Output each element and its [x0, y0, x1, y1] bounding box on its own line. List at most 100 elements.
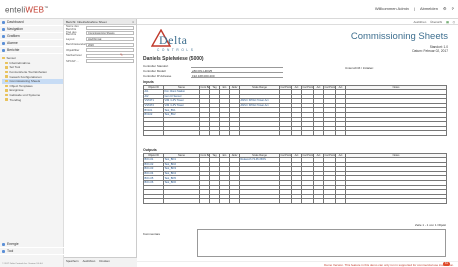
column-header: Cal Point Meas — [301, 153, 314, 158]
table-cell — [291, 130, 302, 136]
tool-icon — [2, 249, 5, 253]
nav-item[interactable]: Berichte — [0, 47, 63, 54]
nav-item[interactable]: Tool — [0, 248, 64, 255]
field-input[interactable] — [86, 48, 134, 53]
table-cell — [279, 198, 292, 204]
table-cell — [199, 198, 210, 204]
help-icon[interactable]: ? — [452, 6, 454, 11]
table-cell — [323, 198, 336, 204]
field-input[interactable] — [86, 59, 134, 64]
table-cell — [209, 198, 220, 204]
column-header: Cont Bereit — [199, 153, 210, 158]
table-cell — [313, 130, 324, 136]
report-fields: Name des Berichts Titel des Berichts Commi… — [64, 25, 136, 64]
form-row: SPCAP ... — [64, 59, 136, 65]
sheet-meta: Standort: 1.0 Datum: Februar 02, 2017 — [412, 45, 448, 54]
table-cell — [219, 130, 230, 136]
nav-item[interactable]: Grafiken — [0, 33, 63, 40]
logout-link[interactable]: Abmelden — [420, 6, 438, 11]
footer-button[interactable]: Drucken — [99, 259, 109, 266]
nav-item[interactable]: Alarme — [0, 40, 63, 47]
table-cell — [229, 198, 240, 204]
version-text: © 2017 Delta Controls Inc. Version 3.0.0… — [2, 263, 43, 265]
table-cell — [291, 198, 302, 204]
comments-box[interactable] — [197, 229, 446, 257]
table-cell — [313, 198, 324, 204]
table-cell — [301, 130, 314, 136]
table-cell — [335, 130, 346, 136]
table-cell — [199, 130, 210, 136]
tree-item-label: Sensor — [6, 56, 17, 61]
table-cell — [345, 130, 447, 136]
dashboard-icon — [2, 20, 5, 24]
field-label: Layout — [66, 36, 75, 41]
report-content: Ausführen Übersicht ▦ ⎙ Delta CONTROLS C… — [137, 19, 458, 267]
field-input[interactable]: Hochformat — [86, 36, 134, 41]
nav-item-label: Alarme — [7, 41, 18, 45]
edit-icon[interactable]: ✎ — [120, 53, 123, 57]
tree-item-label: Konzentrierte Tool Einheiten — [9, 70, 47, 75]
folder-icon — [5, 93, 8, 97]
outputs-table: Objekt IDNameCont BereitTagEinAktivScale… — [143, 153, 447, 204]
field-label: Stellvertreter — [66, 53, 82, 58]
footer-button[interactable]: Speichern — [66, 259, 79, 266]
comments-label: Kommentare — [143, 232, 161, 236]
tree-item[interactable]: Trendlog — [2, 97, 63, 102]
nav-item[interactable]: Navigation — [0, 26, 63, 33]
folder-icon — [5, 70, 8, 74]
delta-controls-logo: Delta CONTROLS — [151, 29, 195, 55]
outputs-title: Outputs — [143, 148, 157, 152]
folder-icon — [5, 61, 8, 65]
field-input[interactable] — [86, 25, 134, 30]
column-header: Cal Point Meas — [301, 85, 314, 90]
run-button[interactable]: Ausführen — [414, 20, 427, 24]
close-icon[interactable]: × — [132, 20, 134, 24]
enteliweb-logo[interactable]: enteliWEB™ — [5, 5, 48, 15]
overview-button[interactable]: Übersicht — [430, 20, 442, 24]
form-row: Titel des Berichts Commissioning Sheets — [64, 30, 136, 37]
nav-item[interactable]: Dashboard — [0, 19, 63, 26]
field-label: Berichtsstandort — [66, 42, 87, 47]
nav-item[interactable]: Energie — [0, 241, 64, 248]
field-label: Objektfilter — [66, 47, 80, 52]
table-cell — [301, 198, 314, 204]
tree-item-label: Ereignisse — [9, 88, 24, 93]
nav-menu: Dashboard Navigation Grafiken Alarme Bericht… — [0, 19, 63, 54]
table-cell — [143, 130, 164, 136]
field-input[interactable]: 2020 — [86, 42, 134, 47]
tree-item-label: Gebäude und Systeme — [9, 93, 41, 98]
print-icon[interactable]: ⎙ — [453, 20, 455, 24]
field-input[interactable] — [86, 53, 134, 58]
field-label: SPCAP ... — [66, 58, 79, 63]
table-cell — [323, 130, 336, 136]
export-icon[interactable]: ▦ — [446, 20, 449, 24]
report-settings-panel: Bericht: Inbetriebnahme Sheet × Name des … — [64, 19, 137, 267]
nav-item-label: Dashboard — [7, 20, 24, 24]
folder-icon — [5, 84, 8, 88]
tree-item-label: Sol Tool — [9, 65, 21, 70]
field-input[interactable]: Commissioning Sheets — [86, 31, 134, 36]
gear-icon[interactable]: ⚙ — [443, 6, 447, 11]
separator: | — [413, 6, 415, 11]
nav-item-label: Berichte — [7, 48, 20, 52]
table-cell — [163, 130, 200, 136]
table-row — [143, 198, 447, 204]
panel-footer: Speichern Ausführen Drucken — [64, 257, 137, 267]
tree-item-label: Object Templates — [9, 83, 33, 88]
report-icon — [2, 48, 5, 52]
station-title: Daniels Spielwiese (5000) — [143, 56, 204, 62]
left-navigation: Dashboard Navigation Grafiken Alarme Bericht… — [0, 19, 64, 267]
inputs-table: Objekt IDNameCont BereitTagEinAktivScale… — [143, 85, 447, 136]
energy-icon — [2, 242, 5, 246]
folder-icon — [5, 80, 8, 83]
footer-button[interactable]: Ausführen — [83, 259, 96, 266]
table-cell — [239, 198, 280, 204]
tree-item-label: Commissioning Sheets — [9, 79, 41, 84]
table-cell — [163, 198, 200, 204]
controller-location-row: Controller Standort — [143, 64, 283, 68]
nav-item-label: Grafiken — [7, 34, 20, 38]
chart-icon — [2, 34, 5, 38]
notification-badge[interactable]: 61 — [443, 261, 450, 266]
folder-icon — [5, 75, 8, 78]
table-cell — [209, 130, 220, 136]
